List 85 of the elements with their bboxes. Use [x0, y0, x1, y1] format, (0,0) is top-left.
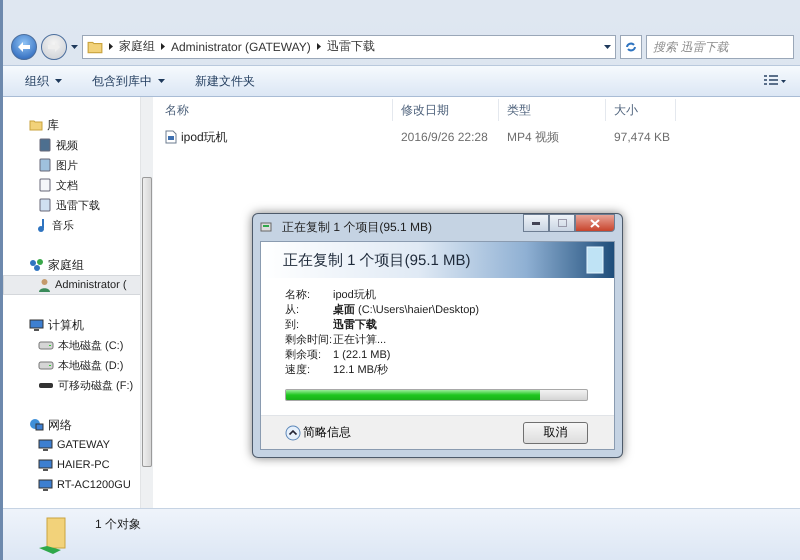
nav-item[interactable]: 本地磁盘 (D:)	[3, 355, 140, 375]
nav-item[interactable]: 本地磁盘 (C:)	[3, 335, 140, 355]
toolbar-button[interactable]: 组织	[25, 72, 62, 90]
minimize-icon	[532, 222, 540, 224]
table-cell-text: 97,474 KB	[613, 130, 672, 144]
caret-icon	[71, 44, 78, 48]
detail-value: ipod玩机	[333, 288, 377, 303]
scrollbar[interactable]	[140, 97, 153, 508]
dialog-title: 正在复制 1 个项目(95.1 MB)	[282, 219, 434, 236]
nav-item[interactable]: 迅雷下载	[3, 195, 140, 215]
nav-item[interactable]: 视频	[3, 135, 140, 155]
caret-icon	[604, 44, 611, 48]
nav-group-label[interactable]: 库	[47, 116, 59, 134]
table-cell-text: 2016/9/26 22:28	[400, 130, 489, 144]
column-header[interactable]: 大小	[606, 99, 676, 121]
back-arrow-icon	[18, 42, 30, 52]
computer-icon	[29, 318, 44, 332]
refresh-button[interactable]	[620, 34, 642, 58]
breadcrumb[interactable]: 家庭组	[119, 38, 155, 55]
folder-icon	[29, 118, 43, 132]
maximize-button[interactable]	[549, 214, 575, 232]
nav-item[interactable]: 音乐	[3, 215, 140, 235]
toolbar-button[interactable]: 包含到库中	[92, 72, 165, 90]
computer-icon	[38, 458, 53, 472]
detail-label: 到:	[285, 318, 300, 333]
detail-label: 剩余项:	[285, 348, 322, 363]
details-toggle[interactable]: 简略信息	[285, 424, 351, 441]
cancel-button[interactable]: 取消	[523, 422, 588, 444]
picture-icon	[38, 158, 52, 172]
document-icon	[38, 178, 52, 192]
nav-item[interactable]: 图片	[3, 155, 140, 175]
nav-item[interactable]: 可移动磁盘 (F:)	[3, 375, 140, 395]
chevron-icon	[316, 43, 321, 50]
column-header[interactable]: 修改日期	[393, 99, 499, 121]
nav-group-label[interactable]: 家庭组	[48, 256, 84, 274]
view-icon[interactable]	[764, 75, 786, 87]
search-field[interactable]: 搜索 迅雷下载	[646, 34, 794, 58]
refresh-icon	[625, 40, 637, 52]
chevron-icon	[109, 43, 113, 50]
detail-label: 速度:	[285, 363, 312, 378]
table-cell-text: MP4 视频	[506, 128, 560, 146]
dialog-heading: 正在复制 1 个项目(95.1 MB)	[283, 250, 471, 270]
minimize-button[interactable]	[523, 214, 549, 232]
user-icon	[38, 278, 51, 292]
nav-item[interactable]: 文档	[3, 175, 140, 195]
detail-value: 12.1 MB/秒	[333, 363, 390, 378]
toolbar-button[interactable]: 新建文件夹	[195, 72, 255, 90]
breadcrumb[interactable]: Administrator (GATEWAY)	[171, 40, 311, 54]
detail-value: 1 (22.1 MB)	[333, 348, 392, 363]
maximize-icon	[558, 219, 566, 227]
document-icon	[586, 246, 604, 274]
nav-item[interactable]: Administrator (	[3, 275, 140, 295]
breadcrumb[interactable]: 迅雷下载	[326, 38, 375, 55]
nav-item[interactable]: GATEWAY	[3, 435, 140, 455]
status-text: 1 个对象	[95, 516, 142, 533]
drive-icon	[38, 340, 54, 350]
detail-value: 迅雷下载	[333, 318, 378, 333]
back-button[interactable]	[11, 34, 37, 60]
detail-value: 正在计算...	[333, 333, 388, 348]
nav-group-label[interactable]: 网络	[48, 416, 72, 434]
close-button[interactable]	[575, 214, 615, 232]
video-icon	[38, 138, 52, 152]
close-icon	[590, 218, 600, 228]
file-name[interactable]: ipod玩机	[181, 128, 234, 146]
detail-value: 桌面 (C:\Users\haier\Desktop)	[333, 303, 480, 318]
network-icon	[29, 418, 44, 432]
nav-item[interactable]: RT-AC1200GU	[3, 475, 140, 495]
document-icon	[38, 198, 52, 212]
column-header[interactable]: 类型	[499, 99, 606, 121]
computer-icon	[38, 478, 53, 492]
detail-label: 剩余时间:	[285, 333, 333, 348]
drive-icon	[38, 381, 54, 389]
computer-icon	[38, 438, 53, 452]
nav-item[interactable]: HAIER-PC	[3, 455, 140, 475]
column-header[interactable]: 名称	[157, 99, 393, 121]
detail-label: 名称:	[285, 288, 312, 303]
address-bar[interactable]: 家庭组 Administrator (GATEWAY) 迅雷下载	[82, 34, 616, 58]
chevron-icon	[161, 43, 165, 50]
forward-button[interactable]	[41, 34, 67, 60]
nav-group-label[interactable]: 计算机	[48, 316, 84, 334]
detail-label: 从:	[285, 303, 300, 318]
drive-icon	[38, 360, 54, 370]
homegroup-icon	[29, 258, 44, 272]
video-file-icon	[165, 130, 177, 144]
chevron-up-icon	[285, 424, 301, 440]
